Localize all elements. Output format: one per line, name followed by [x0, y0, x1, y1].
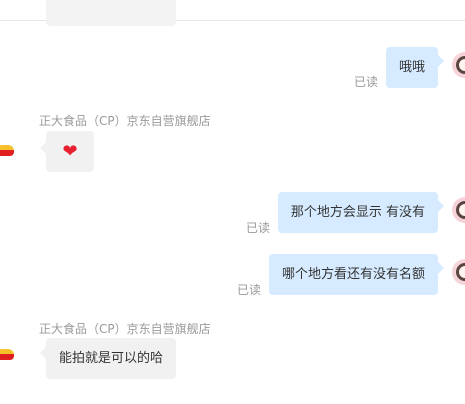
sender-name: 正大食品（CP）京东自营旗舰店	[39, 322, 211, 336]
read-receipt: 已读	[237, 283, 262, 297]
read-receipt: 已读	[246, 221, 271, 235]
brand-logo-icon	[0, 348, 14, 360]
message-text: 哦哦	[398, 60, 425, 75]
shop-avatar[interactable]	[0, 137, 18, 163]
bubble-tail	[438, 200, 444, 212]
user-avatar[interactable]	[452, 197, 465, 223]
heart-emoji-icon: ❤	[62, 140, 78, 162]
message-bubble-outgoing: 哦哦	[386, 47, 438, 88]
message-bubble-outgoing: 哪个地方看还有没有名额	[269, 254, 438, 295]
read-receipt: 已读	[354, 75, 379, 89]
message-text: 哪个地方看还有没有名额	[281, 267, 425, 282]
message-bubble-partial	[46, 0, 176, 26]
message-text: 那个地方会显示 有没有	[290, 205, 426, 220]
message-text: 能拍就是可以的哈	[58, 351, 163, 366]
user-face-icon	[456, 56, 465, 74]
message-bubble-incoming: 能拍就是可以的哈	[46, 338, 176, 379]
shop-avatar[interactable]	[0, 341, 18, 367]
user-face-icon	[456, 263, 465, 281]
bubble-tail	[438, 55, 444, 67]
sender-name: 正大食品（CP）京东自营旗舰店	[39, 114, 211, 128]
user-face-icon	[456, 201, 465, 219]
message-bubble-incoming: ❤	[46, 131, 94, 172]
message-bubble-outgoing: 那个地方会显示 有没有	[278, 192, 438, 233]
brand-logo-icon	[0, 144, 14, 156]
user-avatar[interactable]	[452, 52, 465, 78]
user-avatar[interactable]	[452, 259, 465, 285]
bubble-tail	[438, 262, 444, 274]
